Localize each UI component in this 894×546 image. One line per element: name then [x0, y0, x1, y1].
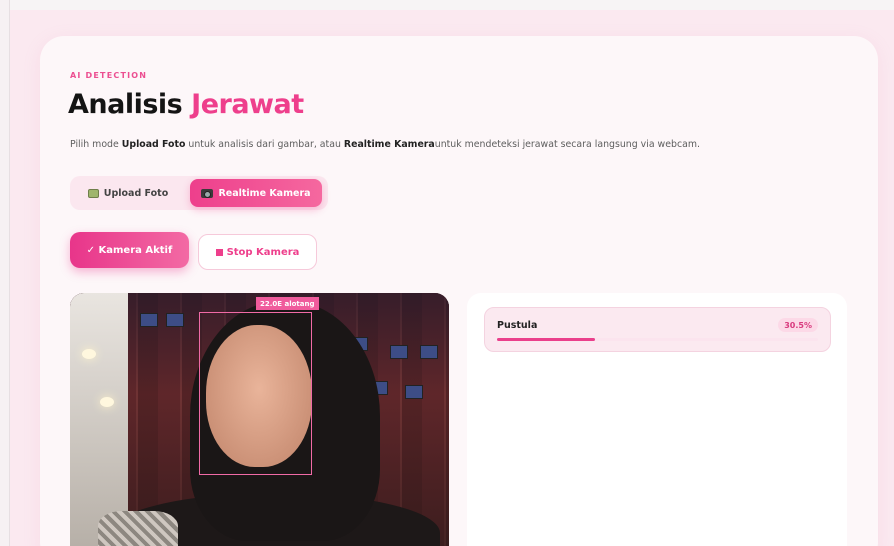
stop-camera-label: Stop Kamera	[226, 246, 300, 258]
result-percent-badge: 30.5%	[778, 318, 818, 332]
browser-left-strip	[0, 0, 10, 546]
section-eyebrow: AI DETECTION	[70, 71, 148, 80]
tab-realtime-label: Realtime Kamera	[218, 187, 311, 199]
camera-icon	[201, 188, 214, 198]
light-lamp	[100, 397, 114, 407]
browser-top-strip	[0, 0, 894, 10]
tab-upload-label: Upload Foto	[103, 187, 169, 199]
tab-realtime-kamera[interactable]: Realtime Kamera	[190, 179, 322, 207]
confidence-track	[497, 338, 818, 341]
desc-part-2: untuk analisis dari gambar, atau	[185, 139, 344, 150]
mode-switch: Upload Foto Realtime Kamera	[70, 176, 328, 210]
desc-realtime-strong: Realtime Kamera	[343, 139, 435, 150]
building-window	[140, 313, 158, 327]
light-lamp	[82, 349, 96, 359]
title-accent: Jerawat	[191, 89, 304, 120]
building-window	[390, 345, 408, 359]
desc-upload-strong: Upload Foto	[121, 139, 186, 150]
confidence-fill	[497, 338, 595, 341]
face-detection-box	[199, 312, 312, 475]
building-window	[405, 385, 423, 399]
title-main: Analisis	[68, 89, 183, 120]
building-window	[166, 313, 184, 327]
tab-upload-foto[interactable]: Upload Foto	[72, 179, 184, 207]
person-scarf	[98, 511, 178, 546]
background-wall	[70, 293, 128, 546]
desc-part-1: Pilih mode	[70, 139, 122, 150]
building-window	[420, 345, 438, 359]
detection-label: 22.0E alotang	[256, 297, 319, 310]
stop-camera-button[interactable]: Stop Kamera	[198, 234, 317, 270]
photo-icon	[87, 188, 99, 198]
page-description: Pilih mode Upload Foto untuk analisis da…	[70, 139, 700, 150]
desc-part-3: untuk mendeteksi jerawat secara langsung…	[434, 139, 700, 150]
webcam-feed: 22.0E alotang	[70, 293, 449, 546]
result-label: Pustula	[497, 320, 538, 331]
page-title: Analisis Jerawat	[68, 89, 304, 120]
result-item: Pustula 30.5%	[484, 307, 831, 352]
camera-active-button[interactable]: ✓ Kamera Aktif	[70, 232, 189, 268]
stop-icon	[215, 248, 223, 256]
